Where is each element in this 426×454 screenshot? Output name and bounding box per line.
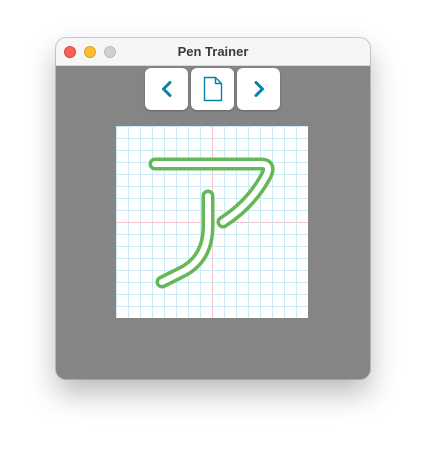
document-icon	[203, 76, 222, 102]
title-bar: Pen Trainer	[56, 38, 370, 66]
app-window: Pen Trainer	[56, 38, 370, 379]
next-button[interactable]	[237, 68, 280, 110]
window-title: Pen Trainer	[177, 44, 249, 59]
chevron-right-icon	[254, 81, 264, 97]
chevron-left-icon	[161, 81, 171, 97]
previous-button[interactable]	[145, 68, 188, 110]
drawing-canvas[interactable]	[116, 126, 308, 318]
main-content	[56, 66, 370, 379]
practice-grid	[116, 126, 308, 318]
page-button[interactable]	[191, 68, 234, 110]
